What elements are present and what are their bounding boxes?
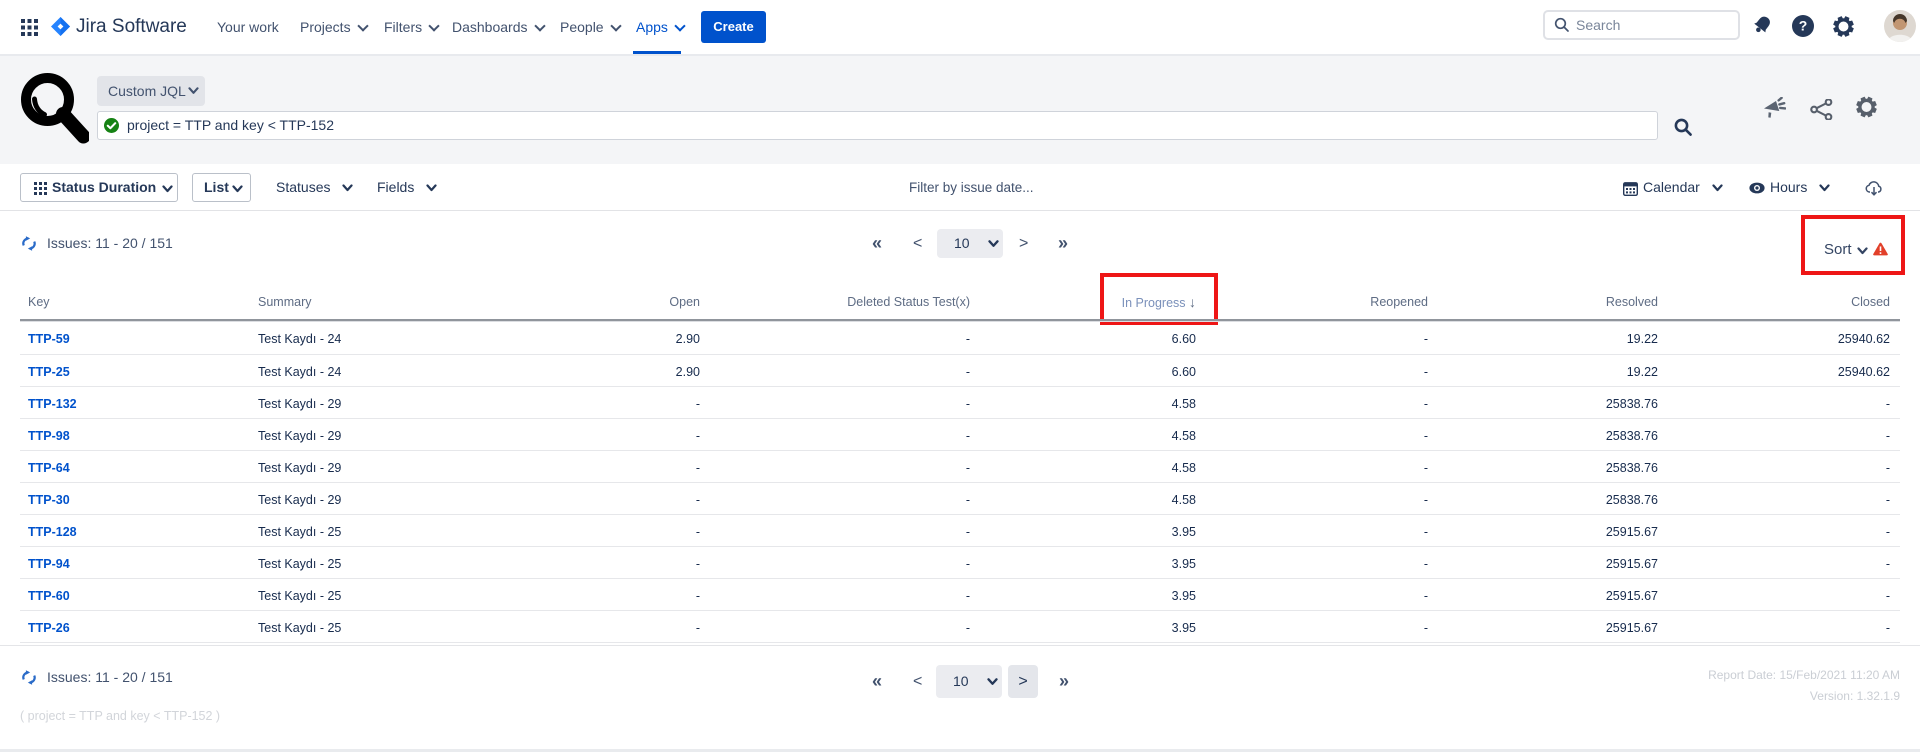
svg-text:?: ? [1799, 18, 1808, 34]
